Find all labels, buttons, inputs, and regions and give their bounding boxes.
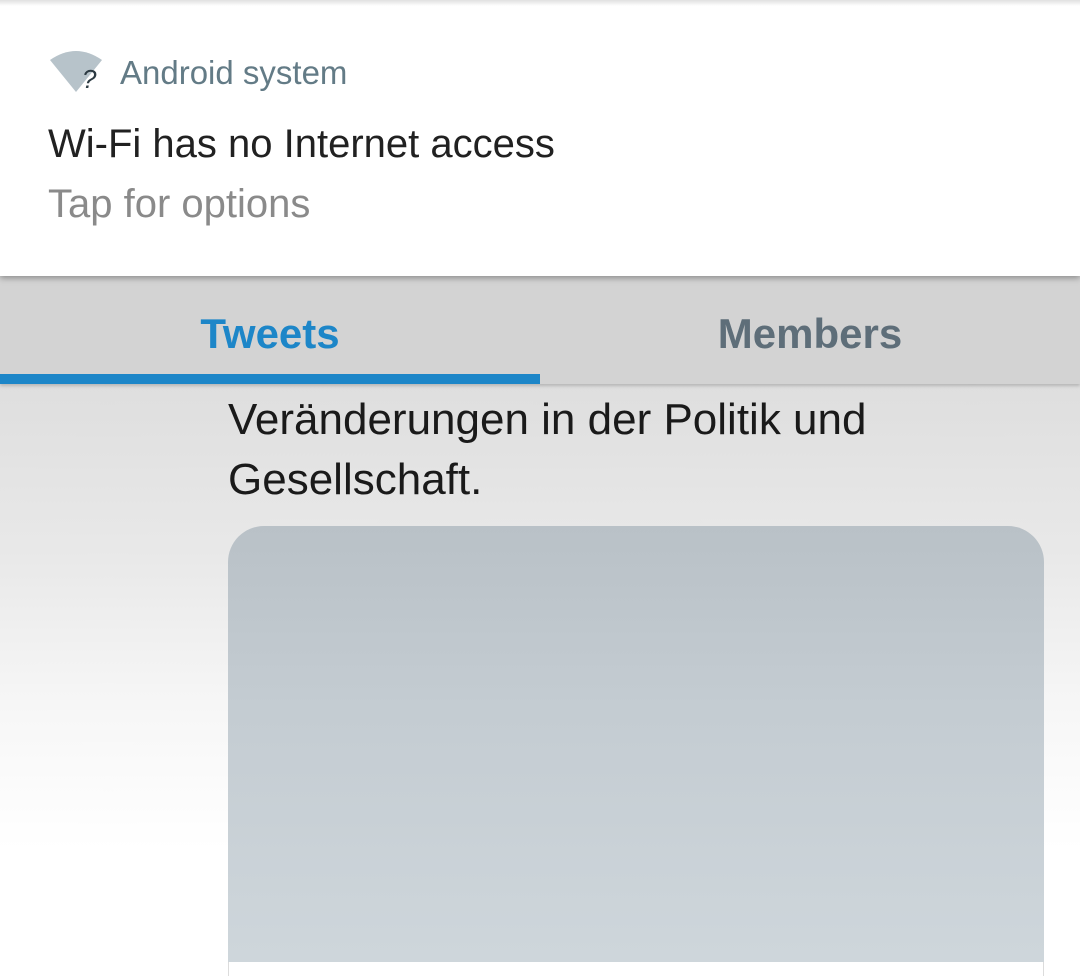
tweet-text: Veränderungen in der Politik und Gesells…	[228, 390, 1048, 510]
tweet-media-card[interactable]	[228, 526, 1044, 976]
notification-text: Tap for options	[48, 182, 311, 226]
wifi-question-icon: ?	[48, 48, 104, 98]
active-tab-indicator	[0, 374, 540, 384]
tab-bar: Tweets Members	[0, 276, 1080, 384]
tab-tweets[interactable]: Tweets	[0, 276, 540, 384]
tweet-media-footer	[228, 962, 1044, 976]
notification-header: ? Android system	[48, 48, 347, 98]
tab-members[interactable]: Members	[540, 276, 1080, 384]
tweet-text-line: Gesellschaft.	[228, 455, 483, 504]
notification-app-name: Android system	[120, 54, 348, 91]
notification-title: Wi-Fi has no Internet access	[48, 122, 555, 166]
svg-text:?: ?	[82, 64, 97, 94]
notification-panel[interactable]: ? Android system Wi-Fi has no Internet a…	[0, 0, 1080, 276]
tweet-text-line: Veränderungen in der Politik und	[228, 395, 867, 444]
